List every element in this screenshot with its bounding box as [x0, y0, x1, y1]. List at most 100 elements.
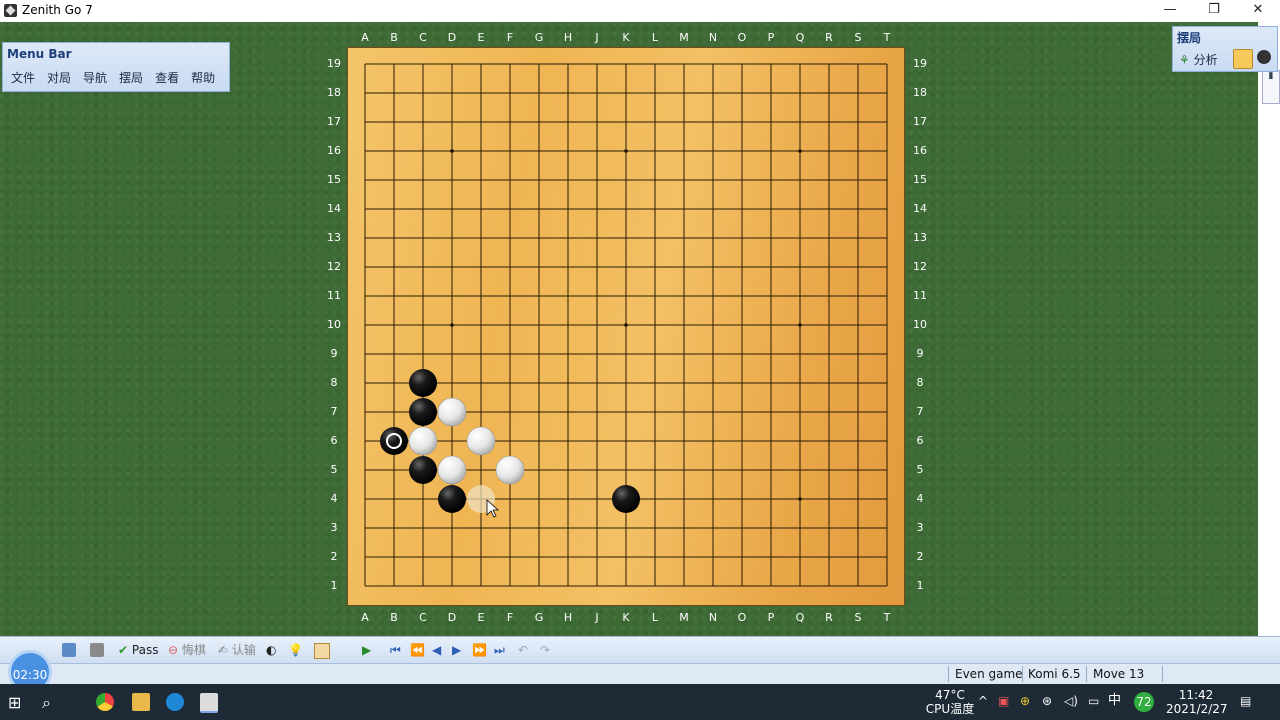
search-icon[interactable]: ⌕ [42, 693, 60, 712]
status-bar: Even game Komi 6.5 Move 13 [0, 663, 1280, 684]
row-label-right: 8 [916, 376, 924, 389]
row-label-left: 10 [327, 318, 341, 331]
print-icon[interactable] [90, 643, 104, 657]
white-stone[interactable] [495, 455, 525, 485]
resign-label: 认输 [231, 643, 256, 657]
column-label-bottom: G [534, 611, 544, 624]
analyze-label: 分析 [1193, 53, 1218, 67]
last-move-icon[interactable]: ⏭ [494, 642, 505, 658]
file-explorer-icon[interactable] [132, 693, 150, 711]
white-stone[interactable] [408, 426, 438, 456]
column-label-top: Q [795, 31, 805, 44]
row-label-left: 12 [327, 260, 341, 273]
row-label-right: 4 [916, 492, 924, 505]
row-label-left: 19 [327, 57, 341, 70]
column-label-bottom: A [361, 611, 369, 624]
column-label-bottom: H [563, 611, 573, 624]
menu-setup[interactable]: 摆局 [119, 69, 143, 86]
resign-button[interactable]: ✍ 认输 [218, 642, 256, 658]
row-label-left: 14 [327, 202, 341, 215]
globe-icon[interactable]: ⊛ [1042, 694, 1052, 708]
badge-72[interactable]: 72 [1134, 692, 1154, 712]
rotate-left-icon[interactable]: ↶ [518, 642, 528, 658]
dock-side-tab[interactable]: ▮ [1262, 70, 1280, 104]
column-label-bottom: N [708, 611, 718, 624]
row-label-left: 16 [327, 144, 341, 157]
score-icon[interactable]: ◐ [266, 642, 276, 658]
row-label-left: 9 [330, 347, 338, 360]
menu-game[interactable]: 对局 [47, 69, 71, 86]
column-label-bottom: O [737, 611, 747, 624]
ime-indicator[interactable]: 中 [1108, 694, 1121, 708]
black-stone[interactable] [612, 485, 640, 513]
stone-toggle-button[interactable] [1233, 49, 1253, 69]
black-stone-icon[interactable] [1257, 50, 1271, 64]
undo-label: 悔棋 [181, 643, 206, 657]
windows-start-icon[interactable]: ⊞ [8, 693, 26, 712]
menu-navigate[interactable]: 导航 [83, 69, 107, 86]
black-stone[interactable] [409, 398, 437, 426]
pass-label: Pass [131, 643, 159, 657]
row-label-right: 16 [913, 144, 927, 157]
back-icon[interactable]: ◀ [432, 642, 441, 658]
column-label-top: M [679, 31, 689, 44]
setup-panel-title: 摆局 [1177, 31, 1202, 45]
column-label-bottom: L [651, 611, 659, 624]
menu-bar-panel: Menu Bar 文件 对局 导航 摆局 查看 帮助 [2, 42, 230, 92]
row-label-right: 19 [913, 57, 927, 70]
column-label-bottom: J [595, 611, 599, 624]
menu-file[interactable]: 文件 [11, 69, 35, 86]
row-label-left: 2 [330, 550, 338, 563]
play-icon[interactable]: ▶ [362, 642, 371, 658]
chrome-icon[interactable] [96, 693, 114, 711]
white-stone[interactable] [437, 397, 467, 427]
white-stone[interactable] [437, 455, 467, 485]
white-stone[interactable] [466, 426, 496, 456]
board-view-icon[interactable] [314, 643, 330, 659]
chevron-up-icon[interactable]: ^ [978, 694, 988, 708]
black-stone[interactable] [380, 427, 408, 455]
pass-button[interactable]: ✔ Pass [118, 642, 158, 658]
row-label-right: 15 [913, 173, 927, 186]
board-grid[interactable] [348, 48, 904, 605]
volume-icon[interactable]: ◁) [1064, 694, 1078, 708]
row-label-left: 4 [330, 492, 338, 505]
save-icon[interactable] [62, 643, 76, 657]
column-label-top: N [708, 31, 718, 44]
undo-button[interactable]: ⊖ 悔棋 [168, 642, 206, 658]
row-label-right: 7 [916, 405, 924, 418]
status-komi: Komi 6.5 [1028, 667, 1081, 681]
menu-view[interactable]: 查看 [155, 69, 179, 86]
row-label-right: 11 [913, 289, 927, 302]
forward-icon[interactable]: ▶ [452, 642, 461, 658]
rotate-right-icon[interactable]: ↷ [540, 642, 550, 658]
row-label-left: 15 [327, 173, 341, 186]
restore-button[interactable]: ❐ [1192, 0, 1236, 22]
fast-forward-icon[interactable]: ⏩ [472, 642, 487, 658]
menu-help[interactable]: 帮助 [191, 69, 215, 86]
notification-icon[interactable]: ▤ [1240, 694, 1251, 708]
first-move-icon[interactable]: ⏮ [390, 642, 401, 658]
battery-icon[interactable]: ▭ [1088, 694, 1099, 708]
edge-icon[interactable] [166, 693, 184, 711]
plus-tray-icon[interactable]: ⊕ [1020, 694, 1030, 708]
black-stone[interactable] [409, 456, 437, 484]
go-board[interactable] [348, 48, 904, 605]
black-stone[interactable] [409, 369, 437, 397]
minimize-button[interactable]: — [1148, 0, 1192, 22]
column-label-bottom: B [390, 611, 398, 624]
fast-back-icon[interactable]: ⏪ [410, 642, 425, 658]
black-stone[interactable] [438, 485, 466, 513]
row-label-right: 3 [916, 521, 924, 534]
column-label-bottom: K [622, 611, 630, 624]
app-tray-icon[interactable]: ▣ [998, 694, 1009, 708]
close-button[interactable]: ✕ [1236, 0, 1280, 22]
column-label-top: F [506, 31, 514, 44]
hint-icon[interactable]: 💡 [288, 642, 303, 658]
zenith-go-taskbar-icon[interactable] [200, 693, 218, 713]
star-point [798, 497, 802, 501]
star-point [624, 149, 628, 153]
analyze-button[interactable]: ⚘ 分析 [1179, 51, 1218, 68]
clock[interactable]: 11:42 2021/2/27 [1166, 688, 1228, 716]
column-label-top: R [825, 31, 833, 44]
